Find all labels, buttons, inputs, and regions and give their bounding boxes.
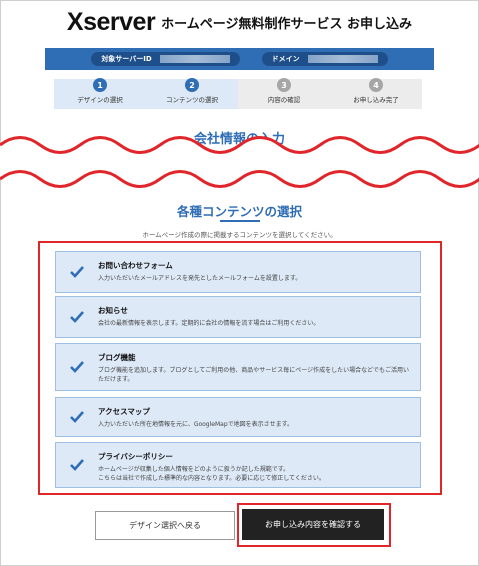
step-label: コンテンツの選択	[166, 96, 218, 104]
domain-value-redacted	[307, 55, 378, 63]
xserver-logo[interactable]: Xserver	[67, 8, 156, 37]
step-1: 1 デザインの選択	[54, 78, 146, 109]
domain-badge: ドメイン	[261, 52, 388, 66]
check-icon	[70, 459, 84, 471]
contents-description: ホームページ作成の際に掲載するコンテンツを選択してください。	[142, 231, 337, 239]
content-option-news[interactable]: お知らせ 会社の最新情報を表示します。定期的に会社の情報を流す場合はご利用くださ…	[55, 296, 421, 338]
content-option-privacy-policy[interactable]: プライバシーポリシー ホームページが収集した個人情報をどのように扱うか記した規範…	[55, 442, 421, 488]
page-title: ホームページ無料制作サービス お申し込み	[161, 16, 413, 32]
check-icon	[70, 266, 84, 278]
account-bar: 対象サーバーID ドメイン	[45, 48, 434, 70]
content-option-access-map[interactable]: アクセスマップ 入力いただいた所在地情報を元に、GoogleMapで地図を表示さ…	[55, 397, 421, 437]
option-title: プライバシーポリシー	[98, 452, 173, 461]
domain-label: ドメイン	[271, 55, 300, 63]
option-description: 会社の最新情報を表示します。定期的に会社の情報を流す場合はご利用ください。	[98, 320, 320, 327]
checkbox[interactable]	[56, 252, 98, 292]
contents-section-title: 各種コンテンツの選択	[176, 204, 302, 219]
progress-steps: 1 デザインの選択 2 コンテンツの選択 3 内容の確認 4 お申し込み完了	[54, 78, 422, 109]
checkbox[interactable]	[56, 398, 98, 436]
server-id-label: 対象サーバーID	[101, 55, 152, 63]
content-option-contact-form[interactable]: お問い合わせフォーム 入力いただいたメールアドレスを発先としたメールフォームを設…	[55, 251, 421, 293]
checkbox[interactable]	[56, 297, 98, 337]
option-title: お知らせ	[98, 306, 128, 315]
step-label: デザインの選択	[77, 96, 123, 104]
server-id-badge: 対象サーバーID	[91, 52, 240, 66]
option-description: 入力いただいたメールアドレスを発先としたメールフォームを設置します。	[98, 275, 302, 282]
step-label: 内容の確認	[267, 96, 301, 104]
header: Xserver ホームページ無料制作サービス お申し込み	[0, 0, 479, 44]
wave-cut-bottom	[0, 170, 479, 188]
option-title: お問い合わせフォーム	[98, 261, 173, 270]
check-icon	[70, 361, 84, 373]
title-underline	[220, 220, 260, 222]
option-description: 入力いただいた所在地情報を元に、GoogleMapで地図を表示させます。	[98, 421, 294, 428]
step-number: 2	[185, 78, 199, 92]
confirm-application-button[interactable]: お申し込み内容を確認する	[242, 509, 384, 540]
option-title: ブログ機能	[98, 353, 136, 362]
back-to-design-button[interactable]: デザイン選択へ戻る	[95, 511, 235, 540]
step-number: 4	[369, 78, 383, 92]
step-label: お申し込み完了	[353, 96, 399, 104]
step-3: 3 内容の確認	[238, 78, 330, 109]
content-option-blog[interactable]: ブログ機能 ブログ機能を追加します。ブログとしてご利用の他、商品やサービス毎にペ…	[55, 343, 421, 391]
step-number: 1	[93, 78, 107, 92]
option-title: アクセスマップ	[98, 407, 150, 416]
check-icon	[70, 411, 84, 423]
option-description: ホームページが収集した個人情報をどのように扱うか記した規範です。 こちらは当社で…	[98, 466, 325, 482]
checkbox[interactable]	[56, 443, 98, 487]
step-2: 2 コンテンツの選択	[146, 78, 238, 109]
step-number: 3	[277, 78, 291, 92]
server-id-value-redacted	[159, 55, 230, 63]
step-4: 4 お申し込み完了	[330, 78, 422, 109]
check-icon	[70, 311, 84, 323]
option-description: ブログ機能を追加します。ブログとしてご利用の他、商品やサービス毎にページ作成をし…	[98, 367, 409, 383]
checkbox[interactable]	[56, 344, 98, 390]
